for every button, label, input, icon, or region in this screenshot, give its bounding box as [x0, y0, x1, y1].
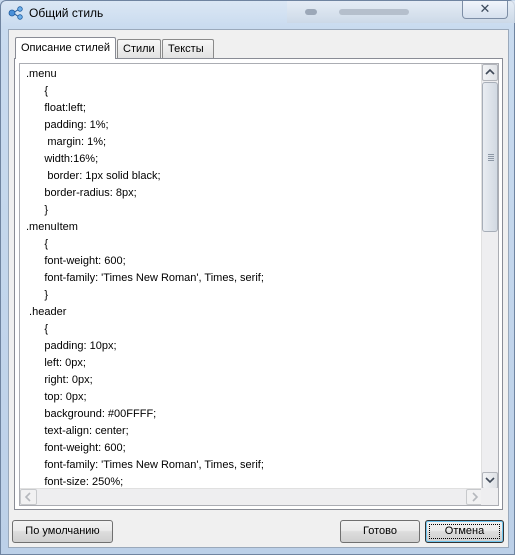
- vertical-scrollbar[interactable]: [481, 64, 498, 489]
- code-line: {: [26, 238, 49, 250]
- code-line: {: [26, 85, 49, 97]
- style-sharing-icon: [8, 6, 23, 20]
- code-line: font-family: 'Times New Roman', Times, s…: [26, 459, 264, 471]
- code-line: font-weight: 600;: [26, 255, 126, 267]
- dialog-window: Общий стиль ✕ Описание стилей Стили Текс…: [0, 0, 515, 555]
- code-line: .header: [26, 306, 67, 318]
- code-line: background: #00FFFF;: [26, 408, 157, 420]
- scroll-down-button[interactable]: [482, 472, 498, 489]
- code-area[interactable]: .menu { float:left; padding: 1%; margin:…: [20, 64, 483, 489]
- code-line: top: 0px;: [26, 391, 87, 403]
- code-line: font-family: 'Times New Roman', Times, s…: [26, 272, 264, 284]
- scrollbar-corner: [481, 488, 498, 505]
- ok-button[interactable]: Готово: [340, 520, 420, 543]
- tab-panel: .menu { float:left; padding: 1%; margin:…: [14, 58, 503, 510]
- scroll-left-button[interactable]: [20, 489, 37, 505]
- code-line: .menuItem: [26, 221, 78, 233]
- code-line: }: [26, 289, 49, 301]
- tab-style-description[interactable]: Описание стилей: [15, 37, 116, 59]
- code-line: float:left;: [26, 102, 86, 114]
- chevron-up-icon: [485, 68, 495, 75]
- code-line: font-size: 250%;: [26, 476, 124, 488]
- code-line: font-weight: 600;: [26, 442, 126, 454]
- window-title: Общий стиль: [29, 6, 104, 20]
- tab-styles[interactable]: Стили: [117, 39, 161, 58]
- css-editor[interactable]: .menu { float:left; padding: 1%; margin:…: [19, 63, 499, 506]
- code-line: text-align: center;: [26, 425, 129, 437]
- code-line: margin: 1%;: [26, 136, 107, 148]
- chevron-down-icon: [485, 477, 495, 484]
- code-line: {: [26, 323, 49, 335]
- background-blur: [339, 9, 409, 15]
- code-line: right: 0px;: [26, 374, 93, 386]
- scroll-up-button[interactable]: [482, 64, 498, 81]
- code-line: left: 0px;: [26, 357, 86, 369]
- code-line: border: 1px solid black;: [26, 170, 161, 182]
- chevron-right-icon: [472, 492, 479, 502]
- code-line: padding: 1%;: [26, 119, 109, 131]
- close-button[interactable]: ✕: [462, 1, 508, 19]
- code-line: border-radius: 8px;: [26, 187, 137, 199]
- default-button[interactable]: По умолчанию: [12, 520, 113, 543]
- vertical-scroll-thumb[interactable]: [482, 82, 498, 232]
- code-line: }: [26, 204, 49, 216]
- chevron-left-icon: [24, 492, 31, 502]
- horizontal-scrollbar[interactable]: [20, 488, 483, 505]
- close-icon: ✕: [479, 1, 491, 16]
- code-line: .menu: [26, 68, 57, 80]
- background-blur: [305, 9, 317, 15]
- dialog-client-area: Описание стилей Стили Тексты .menu { flo…: [8, 29, 509, 548]
- cancel-button[interactable]: Отмена: [425, 520, 504, 543]
- tab-texts[interactable]: Тексты: [162, 39, 214, 58]
- code-line: padding: 10px;: [26, 340, 117, 352]
- code-line: width:16%;: [26, 153, 99, 165]
